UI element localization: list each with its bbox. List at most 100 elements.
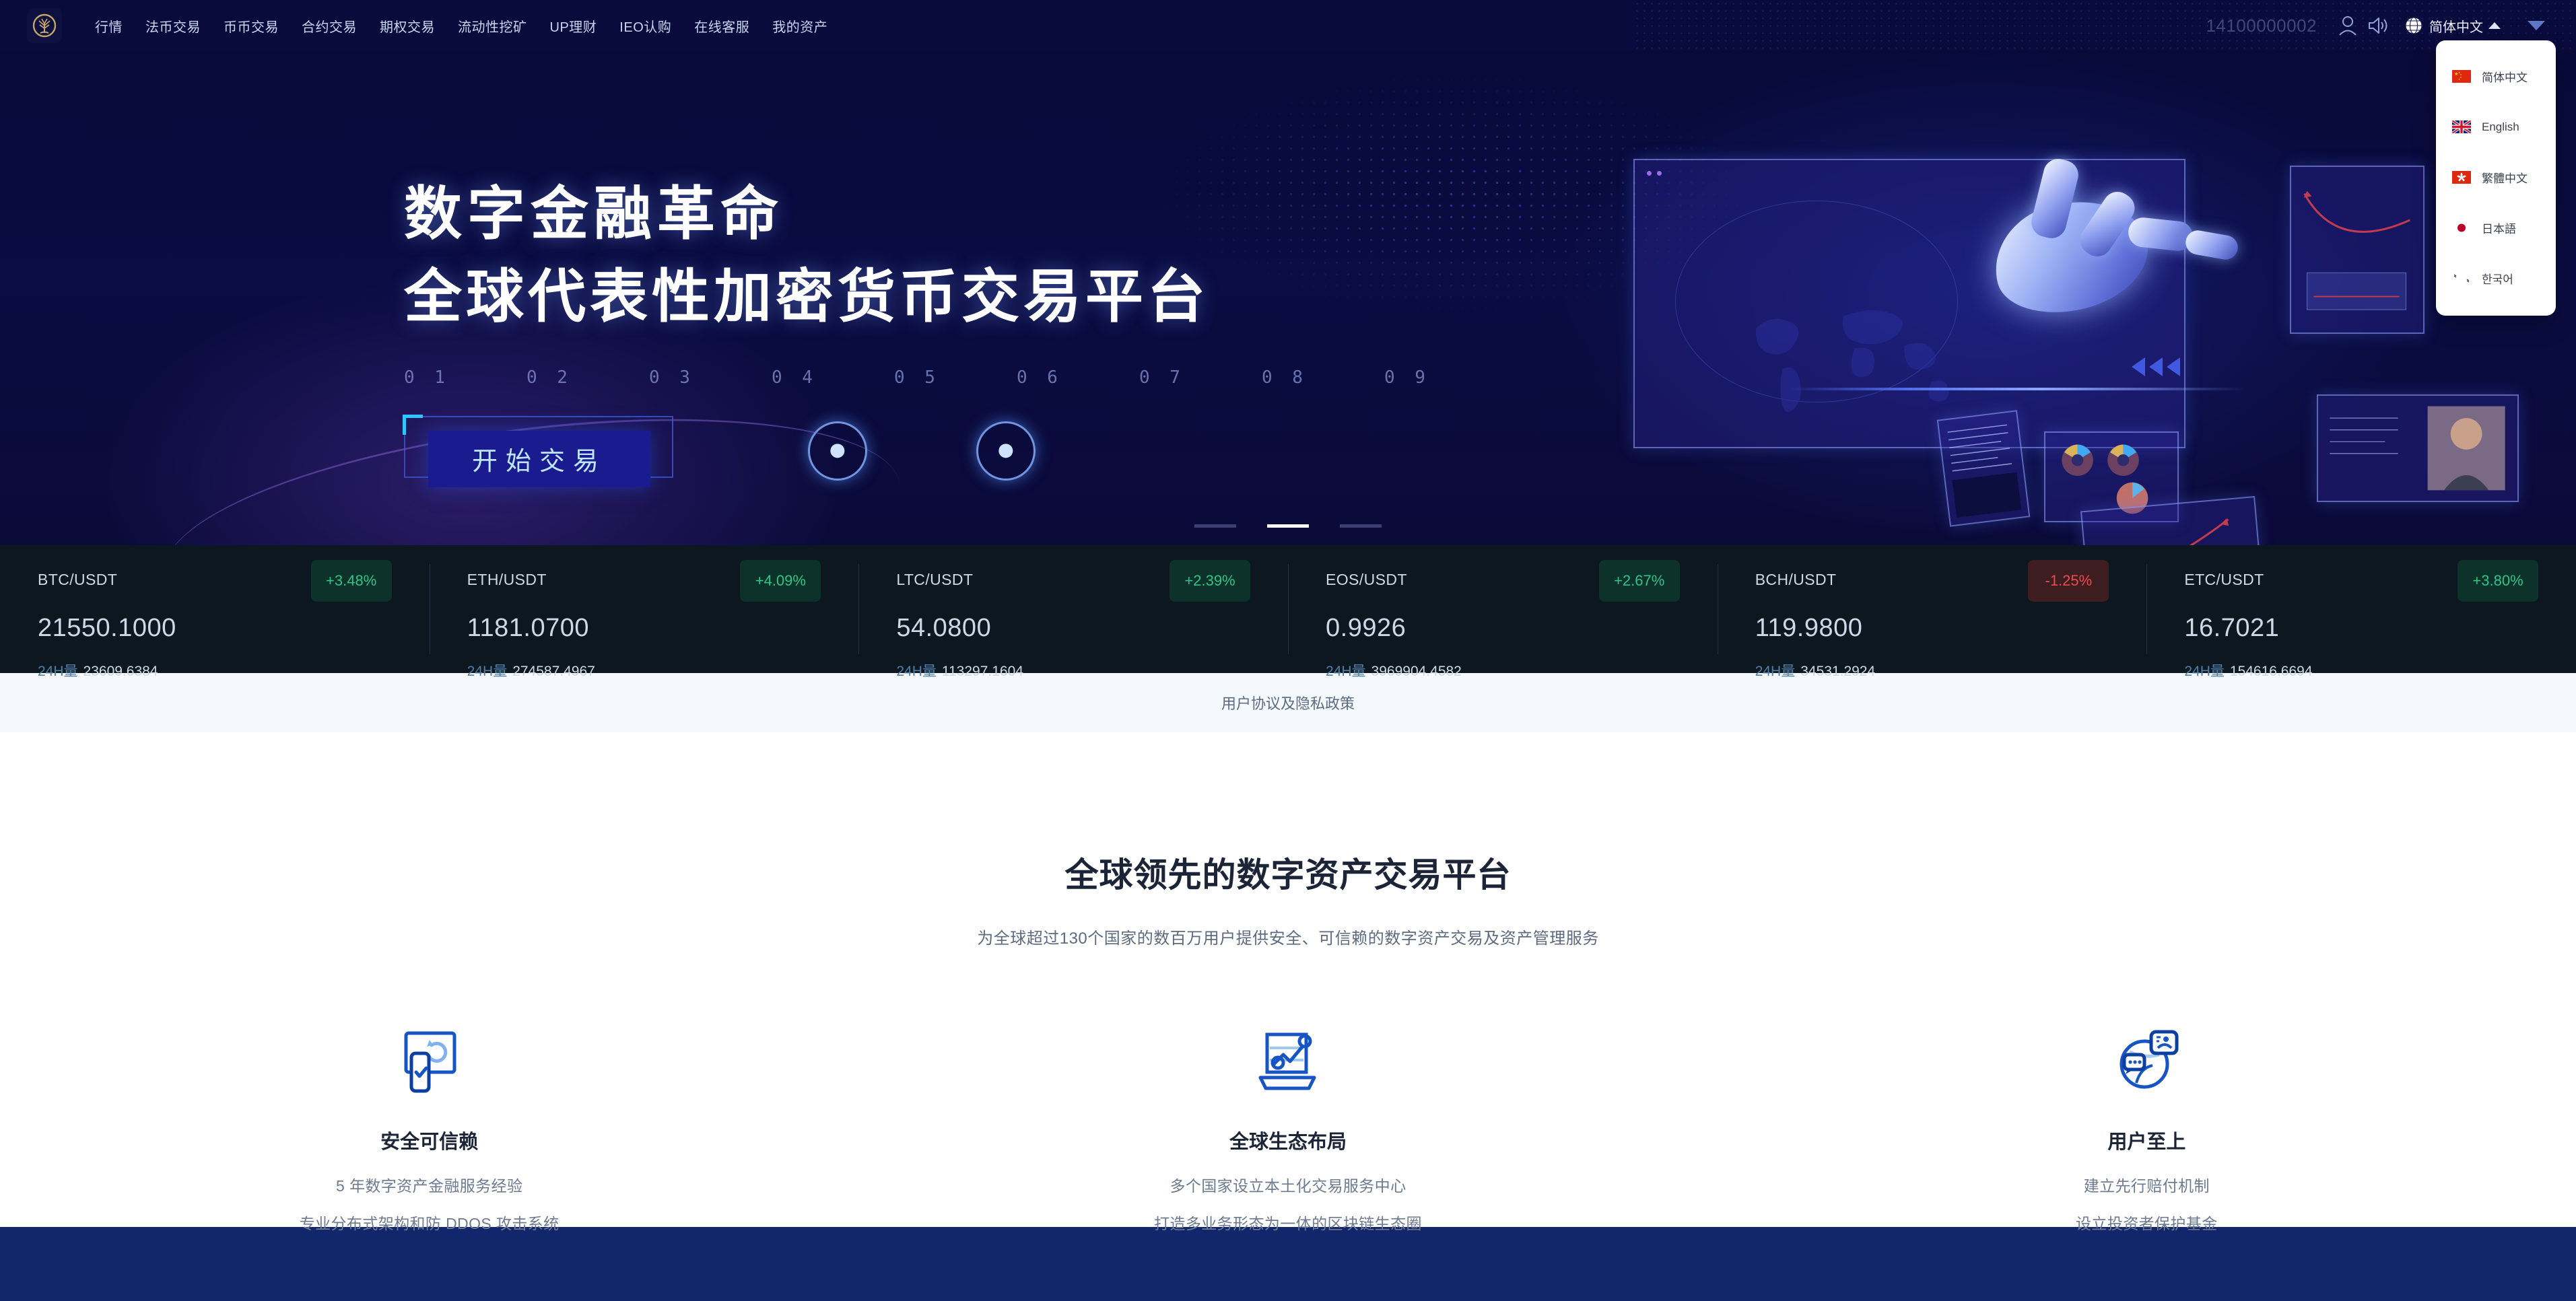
nav-ieo-subscription[interactable]: IEO认购 — [608, 16, 683, 36]
footer-band — [0, 1227, 2576, 1301]
nav-up-finance[interactable]: UP理财 — [539, 16, 609, 36]
feature-title: 全球生态布局 — [1229, 1131, 1347, 1153]
feature-title: 安全可信赖 — [380, 1131, 479, 1153]
ticker-card[interactable]: BTC/USDT +3.48% 21550.1000 24H量 23609.638… — [0, 545, 430, 679]
hero-title-line2: 全球代表性加密货币交易平台 — [404, 264, 1209, 329]
ticker-price: 1181.0700 — [467, 614, 589, 642]
language-option-zh-cn[interactable]: ★ ★ ★ ★ ★ 简体中文 — [2436, 51, 2556, 102]
hero-marker: 0 6 — [1017, 367, 1062, 388]
svg-text:★: ★ — [2458, 78, 2460, 81]
carousel-dot-1[interactable] — [1194, 524, 1236, 528]
feature-line-2: 设立投资者保护基金 — [2076, 1215, 2218, 1232]
ticker-volume-label: 24H量 — [2184, 664, 2225, 679]
start-trading-cta-wrapper: 开始交易 — [403, 414, 673, 487]
nav-option-trading[interactable]: 期权交易 — [368, 16, 446, 36]
feature-grid: 安全可信赖 5 年数字资产金融服务经验 专业分布式架构和防 DDOS 攻击系统 … — [0, 1022, 2576, 1234]
ticker-card[interactable]: ETC/USDT +3.80% 16.7021 24H量 154616.6694 — [2146, 545, 2576, 679]
hero-marker: 0 9 — [1384, 367, 1430, 388]
flag-hk-icon — [2452, 171, 2471, 184]
market-ticker-bar: BTC/USDT +3.48% 21550.1000 24H量 23609.638… — [0, 545, 2576, 679]
ticker-volume-label: 24H量 — [38, 664, 78, 679]
ticker-volume-label: 24H量 — [467, 664, 508, 679]
chevron-up-icon — [2488, 22, 2501, 29]
nav-market[interactable]: 行情 — [83, 16, 134, 36]
hero-artwork — [1499, 51, 2576, 545]
holo-panel-agent — [2317, 394, 2519, 502]
ticker-volume-label: 24H量 — [1755, 664, 1796, 679]
laptop-chart-icon — [1244, 1022, 1332, 1103]
ticker-price: 21550.1000 — [38, 614, 176, 642]
mobile-sync-icon — [386, 1022, 473, 1103]
language-option-label: 繁體中文 — [2482, 172, 2528, 185]
section-title: 全球领先的数字资产交易平台 — [1064, 856, 1512, 894]
ticker-pair: BTC/USDT — [38, 571, 118, 588]
ticker-pair: LTC/USDT — [896, 571, 974, 588]
nav-coin-trading[interactable]: 币币交易 — [212, 16, 290, 36]
start-trading-button[interactable]: 开始交易 — [428, 430, 650, 487]
feature-card: 安全可信赖 5 年数字资产金融服务经验 专业分布式架构和防 DDOS 攻击系统 — [0, 1022, 858, 1234]
globe-support-icon — [2103, 1022, 2190, 1103]
user-icon[interactable] — [2333, 11, 2363, 40]
ticker-change-badge: -1.25% — [2028, 560, 2109, 602]
hero-marker: 0 5 — [894, 367, 940, 388]
language-selector[interactable]: 简体中文 — [2404, 16, 2501, 36]
holo-panel-chart-left — [2290, 166, 2425, 334]
ticker-card[interactable]: BCH/USDT -1.25% 119.9800 24H量 34531.2924 — [1717, 545, 2147, 679]
nav-liquidity-mining[interactable]: 流动性挖矿 — [446, 16, 539, 36]
feature-line-2: 打造多业务形态为一体的区块链生态圈 — [1154, 1215, 1422, 1232]
nav-my-assets[interactable]: 我的资产 — [761, 16, 839, 36]
language-option-ja[interactable]: 日本語 — [2436, 203, 2556, 253]
ticker-volume-value: 113297.1604 — [941, 664, 1023, 679]
flag-cn-icon: ★ ★ ★ ★ ★ — [2452, 70, 2471, 83]
language-option-zh-hk[interactable]: 繁體中文 — [2436, 152, 2556, 203]
ticker-pair: EOS/USDT — [1326, 571, 1407, 588]
language-current-label: 简体中文 — [2429, 20, 2483, 35]
hero-marker-row: 0 1 0 2 0 3 0 4 0 5 0 6 0 7 0 8 0 9 — [404, 367, 1507, 388]
holo-panel-text — [1936, 410, 2031, 527]
language-option-en[interactable]: English — [2436, 102, 2556, 152]
top-header: 行情 法币交易 币币交易 合约交易 期权交易 流动性挖矿 UP理财 IEO认购 … — [0, 0, 2576, 316]
speaker-icon[interactable] — [2363, 11, 2392, 40]
language-dropdown-menu: ★ ★ ★ ★ ★ 简体中文 English 繁體中文 日本語 한국어 — [2436, 40, 2556, 316]
ticker-change-badge: +4.09% — [740, 560, 821, 602]
ticker-card[interactable]: EOS/USDT +2.67% 0.9926 24H量 3969904.4582 — [1288, 545, 1718, 679]
chevron-down-icon[interactable] — [2528, 21, 2545, 30]
language-option-label: 简体中文 — [2482, 71, 2528, 84]
nav-contract-trading[interactable]: 合约交易 — [290, 16, 368, 36]
ticker-card[interactable]: LTC/USDT +2.39% 54.0800 24H量 113297.1604 — [858, 545, 1288, 679]
hero-banner: 数字金融革命 全球代表性加密货币交易平台 0 1 0 2 0 3 0 4 0 5… — [0, 51, 2576, 545]
hero-arrow-markers — [2132, 357, 2180, 376]
carousel-dot-2[interactable] — [1267, 524, 1309, 528]
feature-card: 全球生态布局 多个国家设立本土化交易服务中心 打造多业务形态为一体的区块链生态圈 — [858, 1022, 1717, 1234]
account-number: 14100000002 — [2206, 15, 2317, 36]
carousel-dot-3[interactable] — [1340, 524, 1382, 528]
cta-corner-accent — [403, 414, 423, 435]
hero-marker: 0 8 — [1262, 367, 1308, 388]
tree-emblem-logo-icon — [32, 13, 57, 38]
feature-card: 用户至上 建立先行赔付机制 设立投资者保护基金 — [1718, 1022, 2576, 1234]
hero-content: 数字金融革命 全球代表性加密货币交易平台 0 1 0 2 0 3 0 4 0 5… — [403, 179, 1507, 487]
hero-marker: 0 1 — [404, 367, 450, 388]
user-agreement-link[interactable]: 用户协议及隐私政策 — [1221, 692, 1355, 713]
language-option-label: English — [2482, 120, 2519, 133]
language-option-ko[interactable]: 한국어 — [2436, 253, 2556, 304]
ticker-change-badge: +2.39% — [1170, 560, 1251, 602]
hero-marker: 0 3 — [649, 367, 695, 388]
site-logo[interactable] — [27, 8, 62, 43]
ticker-volume-value: 34531.2924 — [1800, 664, 1876, 679]
ticker-volume-value: 154616.6694 — [2229, 664, 2313, 679]
hero-carousel-indicators — [0, 524, 2576, 528]
nav-online-support[interactable]: 在线客服 — [683, 16, 761, 36]
feature-title: 用户至上 — [2107, 1131, 2186, 1153]
ticker-pair: ETH/USDT — [467, 571, 547, 588]
ticker-change-badge: +3.80% — [2458, 560, 2539, 602]
section-subtitle: 为全球超过130个国家的数百万用户提供安全、可信赖的数字资产交易及资产管理服务 — [977, 929, 1599, 948]
feature-line-1: 建立先行赔付机制 — [2083, 1177, 2210, 1195]
hero-beam-line — [1788, 388, 2246, 390]
ticker-price: 16.7021 — [2184, 614, 2280, 642]
ticker-volume-value: 3969904.4582 — [1371, 664, 1462, 679]
nav-fiat-trading[interactable]: 法币交易 — [134, 16, 212, 36]
ticker-card[interactable]: ETH/USDT +4.09% 1181.0700 24H量 274587.496… — [429, 545, 859, 679]
main-navigation: 行情 法币交易 币币交易 合约交易 期权交易 流动性挖矿 UP理财 IEO认购 … — [83, 16, 839, 36]
agreement-bar: 用户协议及隐私政策 — [0, 673, 2576, 732]
